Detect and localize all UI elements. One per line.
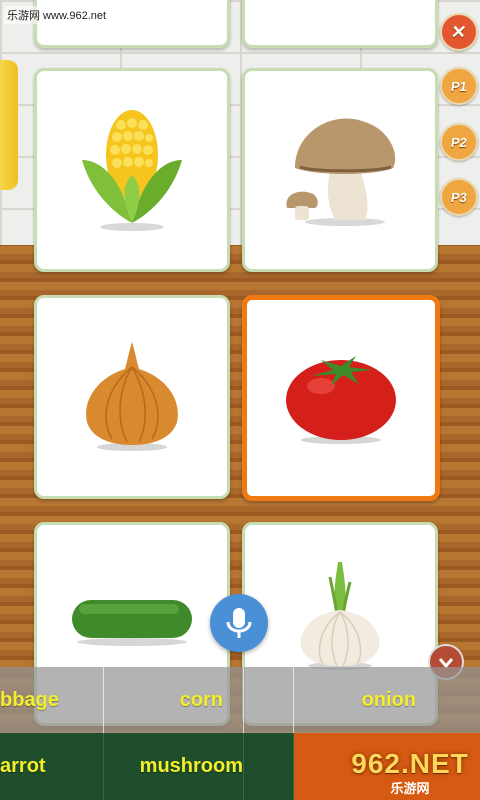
tomato-icon — [286, 356, 396, 444]
word-choices-row: bbage corn onion — [0, 667, 480, 733]
close-button[interactable]: ✕ — [440, 13, 478, 51]
answer-slot-carrot[interactable]: arrot — [0, 733, 104, 800]
microphone-button[interactable] — [210, 594, 268, 652]
card-tomato[interactable] — [242, 295, 440, 501]
site-logo: 962.NET 乐游网 — [340, 744, 480, 800]
p2-label: P2 — [449, 134, 469, 150]
card-onion[interactable] — [34, 295, 230, 499]
answer-slot-empty[interactable] — [244, 733, 294, 800]
p1-label: P1 — [449, 78, 469, 94]
logo-text: 962.NET — [351, 747, 469, 779]
corn-icon — [82, 110, 182, 231]
p3-button[interactable]: P3 — [440, 178, 478, 216]
watermark: 乐游网 www.962.net — [4, 6, 110, 24]
word-choice-cabbage[interactable]: bbage — [0, 667, 104, 733]
p2-button[interactable]: P2 — [440, 123, 478, 161]
p1-button[interactable]: P1 — [440, 67, 478, 105]
word-choice-onion[interactable]: onion — [294, 667, 480, 733]
microphone-icon — [226, 608, 252, 638]
garlic-icon — [300, 562, 380, 670]
word-choice-blank[interactable] — [244, 667, 294, 733]
close-icon: ✕ — [450, 21, 469, 42]
logo-subtext: 乐游网 — [390, 780, 430, 796]
card-mushroom[interactable] — [242, 68, 438, 272]
card-corn[interactable] — [34, 68, 230, 272]
corn-peek-decoration — [0, 60, 18, 190]
answer-slot-mushroom[interactable]: mushroom — [104, 733, 244, 800]
onion-icon — [86, 342, 178, 451]
card-partial-right[interactable] — [242, 0, 438, 48]
mushroom-icon — [286, 118, 396, 226]
cucumber-icon — [72, 600, 192, 646]
p3-label: P3 — [449, 189, 469, 205]
word-choice-corn[interactable]: corn — [104, 667, 244, 733]
